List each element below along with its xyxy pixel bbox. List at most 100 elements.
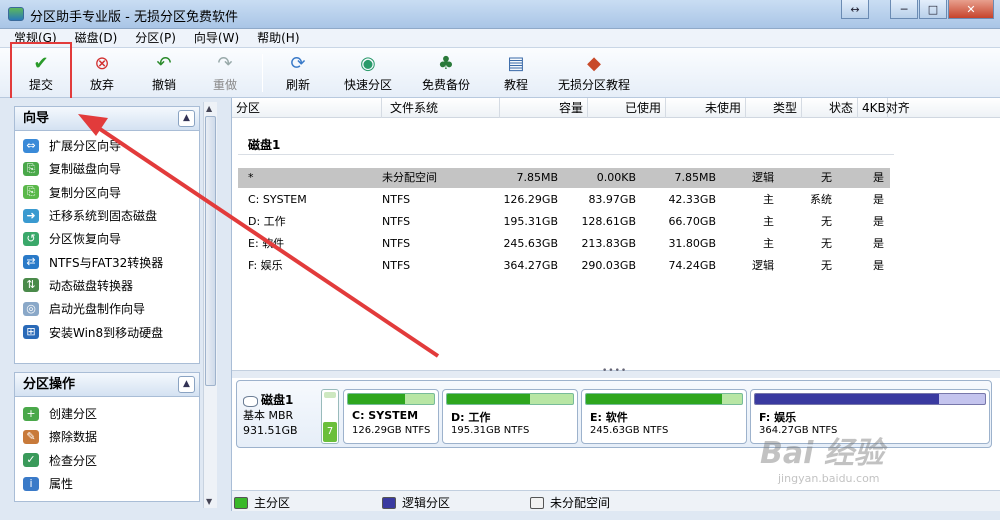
unallocated-number: 7: [323, 422, 337, 442]
wizard-item-ntfs-fat32[interactable]: ⇄ NTFS与FAT32转换器: [15, 250, 199, 273]
redo-label: 重做: [212, 78, 237, 92]
table-row[interactable]: D: 工作 NTFS 195.31GB 128.61GB 66.70GB 主 无 是: [238, 212, 890, 232]
wizard-item-label: 复制分区向导: [49, 185, 122, 200]
partition-block[interactable]: D: 工作 195.31GB NTFS: [442, 389, 578, 444]
disk-type: 基本 MBR: [243, 409, 294, 422]
free-backup-button[interactable]: ♣ 免费备份: [416, 51, 476, 95]
refresh-button[interactable]: ⟳ 刷新: [278, 51, 318, 95]
table-cell: 无: [821, 237, 832, 250]
table-cell: 是: [873, 237, 884, 250]
col-4k-align[interactable]: 4KB对齐: [858, 98, 910, 118]
disk-info[interactable]: 磁盘1 基本 MBR 931.51GB: [243, 393, 298, 438]
table-cell: 主: [763, 237, 774, 250]
menu-partition[interactable]: 分区(P): [135, 29, 176, 47]
scroll-up-icon[interactable]: ▲: [206, 104, 212, 113]
eraser-icon: ✎: [23, 429, 39, 444]
quick-partition-button[interactable]: ◉ 快速分区: [338, 51, 398, 95]
vertical-splitter[interactable]: [220, 98, 232, 511]
book-icon: ▤: [507, 53, 525, 74]
table-row[interactable]: * 未分配空间 7.85MB 0.00KB 7.85MB 逻辑 无 是: [238, 168, 890, 188]
wizard-item-recovery[interactable]: ↺ 分区恢复向导: [15, 227, 199, 250]
undo-button[interactable]: ↶ 撤销: [144, 51, 184, 95]
table-cell: 31.80GB: [668, 237, 716, 250]
discard-button[interactable]: ⊗ 放弃: [82, 51, 122, 95]
restore-button[interactable]: ↔: [841, 0, 869, 19]
wizard-group: 向导 ▲ ⇔ 扩展分区向导 ⎘ 复制磁盘向导 ⎘ 复制分区向导 ➜ 迁移系统到固态磁盘 …: [14, 106, 200, 364]
table-row[interactable]: F: 娱乐 NTFS 364.27GB 290.03GB 74.24GB 逻辑 无 是: [238, 256, 890, 276]
wizard-item-copy-disk[interactable]: ⎘ 复制磁盘向导: [15, 157, 199, 180]
table-cell: 是: [873, 193, 884, 206]
wizard-item-win8-usb[interactable]: ⊞ 安装Win8到移动硬盘: [15, 320, 199, 343]
partition-info: 195.31GB NTFS: [451, 425, 530, 436]
table-cell: 系统: [810, 193, 832, 206]
table-row[interactable]: C: SYSTEM NTFS 126.29GB 83.97GB 42.33GB 主 系统 是: [238, 190, 890, 210]
copy-partition-icon: ⎘: [23, 185, 39, 200]
table-cell: 是: [873, 215, 884, 228]
tutorial-button[interactable]: ▤ 教程: [496, 51, 536, 95]
col-partition[interactable]: 分区: [232, 98, 382, 118]
wizard-item-label: 安装Win8到移动硬盘: [49, 325, 164, 340]
legend-unallocated: 未分配空间: [530, 494, 610, 511]
left-scrollbar[interactable]: ▲ ▼: [203, 102, 217, 508]
wizard-collapse-icon[interactable]: ▲: [178, 110, 195, 127]
col-unused[interactable]: 未使用: [666, 98, 746, 118]
wizard-item-dynamic-disk[interactable]: ⇅ 动态磁盘转换器: [15, 274, 199, 297]
op-check-partition[interactable]: ✓ 检查分区: [15, 449, 199, 472]
maximize-button[interactable]: □: [919, 0, 947, 19]
wizard-item-boot-disc[interactable]: ◎ 启动光盘制作向导: [15, 297, 199, 320]
table-row[interactable]: E: 软件 NTFS 245.63GB 213.83GB 31.80GB 主 无 是: [238, 234, 890, 254]
dynamic-disk-icon: ⇅: [23, 278, 39, 293]
scroll-down-icon[interactable]: ▼: [206, 497, 212, 506]
partition-block[interactable]: C: SYSTEM 126.29GB NTFS: [343, 389, 439, 444]
minimize-button[interactable]: ─: [890, 0, 918, 19]
wizard-item-label: 启动光盘制作向导: [49, 302, 146, 317]
scroll-thumb[interactable]: [205, 116, 216, 386]
op-wipe-data[interactable]: ✎ 擦除数据: [15, 425, 199, 448]
horizontal-splitter[interactable]: ••••: [232, 366, 1000, 378]
lossless-tutorial-button[interactable]: ◆ 无损分区教程: [552, 51, 636, 95]
wizard-item-label: 复制磁盘向导: [49, 162, 122, 177]
partition-info: 364.27GB NTFS: [759, 425, 838, 436]
op-create-partition[interactable]: + 创建分区: [15, 402, 199, 425]
partition-ops-collapse-icon[interactable]: ▲: [178, 376, 195, 393]
table-cell: 66.70GB: [668, 215, 716, 228]
lossless-tutorial-label: 无损分区教程: [557, 78, 630, 92]
copy-disk-icon: ⎘: [23, 161, 39, 176]
disk-name: 磁盘1: [243, 393, 298, 408]
table-cell: 7.85MB: [674, 171, 716, 184]
wizard-item-extend[interactable]: ⇔ 扩展分区向导: [15, 134, 199, 157]
table-header: 分区 文件系统 容量 已使用 未使用 类型 状态 4KB对齐: [232, 98, 1000, 118]
col-type[interactable]: 类型: [746, 98, 802, 118]
op-label: 检查分区: [49, 453, 98, 468]
close-button[interactable]: ✕: [948, 0, 994, 19]
discard-label: 放弃: [89, 78, 114, 92]
table-cell: D: 工作: [248, 215, 286, 228]
unallocated-block[interactable]: 7: [321, 389, 339, 444]
col-status[interactable]: 状态: [802, 98, 858, 118]
table-cell: 245.63GB: [503, 237, 558, 250]
commit-button[interactable]: ✔ 提交: [22, 51, 60, 95]
undo-icon: ↶: [156, 53, 172, 74]
menu-general[interactable]: 常规(G): [14, 29, 57, 47]
partition-block[interactable]: F: 娱乐 364.27GB NTFS: [750, 389, 990, 444]
menu-help[interactable]: 帮助(H): [257, 29, 299, 47]
app-icon: [8, 7, 24, 21]
redo-button[interactable]: ↷ 重做: [205, 51, 245, 95]
op-properties[interactable]: i 属性: [15, 472, 199, 495]
table-cell: 42.33GB: [668, 193, 716, 206]
wizard-item-copy-partition[interactable]: ⎘ 复制分区向导: [15, 181, 199, 204]
window-title: 分区助手专业版 - 无损分区免费软件: [30, 10, 238, 25]
wizard-item-migrate-ssd[interactable]: ➜ 迁移系统到固态磁盘: [15, 204, 199, 227]
menu-wizard[interactable]: 向导(W): [194, 29, 239, 47]
cd-icon: ◎: [23, 301, 39, 316]
col-used[interactable]: 已使用: [588, 98, 666, 118]
partition-block[interactable]: E: 软件 245.63GB NTFS: [581, 389, 747, 444]
legend: 主分区 逻辑分区 未分配空间: [232, 490, 1000, 511]
free-backup-label: 免费备份: [421, 78, 470, 92]
col-filesystem[interactable]: 文件系统: [382, 98, 500, 118]
table-cell: NTFS: [382, 259, 411, 272]
col-capacity[interactable]: 容量: [500, 98, 588, 118]
table-cell: 是: [873, 171, 884, 184]
discard-icon: ⊗: [94, 53, 110, 74]
menu-disk[interactable]: 磁盘(D): [75, 29, 118, 47]
